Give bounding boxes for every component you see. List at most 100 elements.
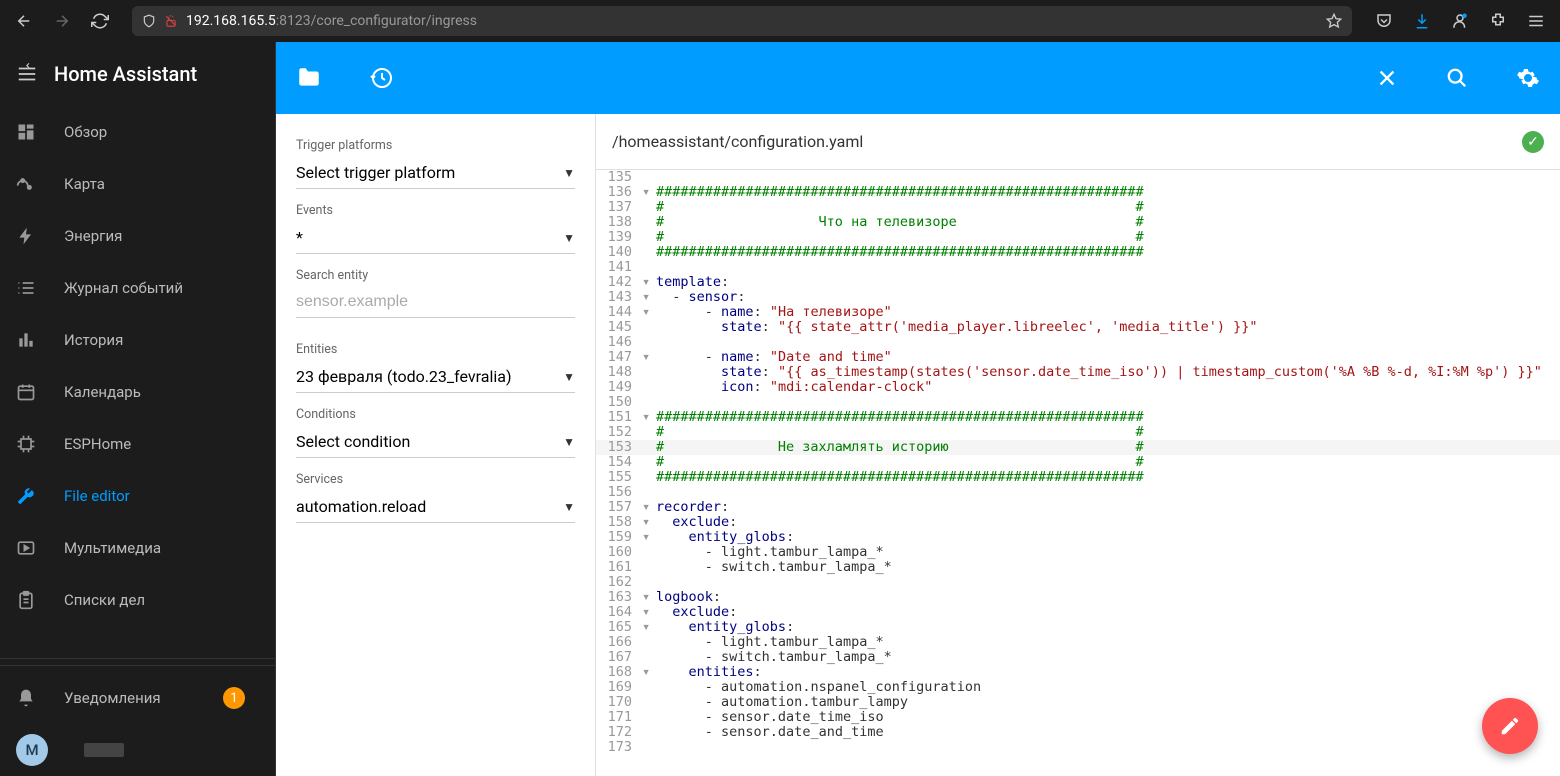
fold-marker	[642, 680, 656, 695]
code-line[interactable]: 135	[596, 170, 1560, 185]
code-line[interactable]: 144▾ - name: "На телевизоре"	[596, 305, 1560, 320]
code-line[interactable]: 162	[596, 575, 1560, 590]
code-line[interactable]: 141	[596, 260, 1560, 275]
fold-marker	[642, 695, 656, 710]
code-line[interactable]: 147▾ - name: "Date and time"	[596, 350, 1560, 365]
history-icon[interactable]	[370, 66, 394, 90]
reload-button[interactable]	[84, 5, 116, 37]
forward-button[interactable]	[46, 5, 78, 37]
code-line[interactable]: 171 - sensor.date_time_iso	[596, 710, 1560, 725]
code-line[interactable]: 173	[596, 740, 1560, 755]
code-line[interactable]: 169 - automation.nspanel_configuration	[596, 680, 1560, 695]
star-icon[interactable]	[1326, 13, 1342, 29]
search-icon[interactable]	[1446, 67, 1468, 89]
code-line[interactable]: 170 - automation.tambur_lampy	[596, 695, 1560, 710]
sidebar-item-dashboard[interactable]: Обзор	[0, 106, 275, 158]
fold-marker[interactable]: ▾	[642, 500, 656, 515]
code-line[interactable]: 136▾####################################…	[596, 185, 1560, 200]
code-line[interactable]: 165▾ entity_globs:	[596, 620, 1560, 635]
code-line[interactable]: 159▾ entity_globs:	[596, 530, 1560, 545]
fold-marker[interactable]: ▾	[642, 410, 656, 425]
code-line[interactable]: 168▾ entities:	[596, 665, 1560, 680]
code-line[interactable]: 145 state: "{{ state_attr('media_player.…	[596, 320, 1560, 335]
fold-marker[interactable]: ▾	[642, 605, 656, 620]
search-entity-input[interactable]	[296, 287, 575, 318]
fold-marker[interactable]: ▾	[642, 620, 656, 635]
sidebar-item-play[interactable]: Мультимедиа	[0, 522, 275, 574]
menu-icon[interactable]	[1520, 5, 1552, 37]
sidebar-item-bolt[interactable]: Энергия	[0, 210, 275, 262]
code-line[interactable]: 139 # #	[596, 230, 1560, 245]
fold-marker[interactable]: ▾	[642, 350, 656, 365]
sidebar-item-wrench[interactable]: File editor	[0, 470, 275, 522]
code-line[interactable]: 137 # #	[596, 200, 1560, 215]
code-line[interactable]: 161 - switch.tambur_lampa_*	[596, 560, 1560, 575]
clipboard-icon	[16, 590, 40, 610]
code-line[interactable]: 149 icon: "mdi:calendar-clock"	[596, 380, 1560, 395]
fold-marker	[642, 245, 656, 260]
code-line[interactable]: 153 # Не захламлять историю #	[596, 440, 1560, 455]
code-line[interactable]: 143▾ - sensor:	[596, 290, 1560, 305]
code-area[interactable]: 135 136▾################################…	[596, 170, 1560, 776]
download-icon[interactable]	[1406, 5, 1438, 37]
url-bar[interactable]: 192.168.165.5:8123/core_configurator/ing…	[132, 6, 1352, 36]
code-line[interactable]: 142▾template:	[596, 275, 1560, 290]
close-icon[interactable]	[1376, 67, 1398, 89]
sidebar-item-list[interactable]: Журнал событий	[0, 262, 275, 314]
code-line[interactable]: 138 # Что на телевизоре #	[596, 215, 1560, 230]
sidebar-item-label: Энергия	[64, 227, 122, 245]
line-number: 145	[596, 320, 642, 335]
fold-marker[interactable]: ▾	[642, 305, 656, 320]
sidebar-collapse-icon[interactable]	[16, 63, 38, 85]
sidebar-item-map[interactable]: Карта	[0, 158, 275, 210]
sidebar-item-clipboard[interactable]: Списки дел	[0, 574, 275, 626]
conditions-select[interactable]: Select condition▼	[296, 426, 575, 458]
code-line[interactable]: 172 - sensor.date_and_time	[596, 725, 1560, 740]
sidebar-item-chip[interactable]: ESPHome	[0, 418, 275, 470]
sidebar-item-calendar[interactable]: Календарь	[0, 366, 275, 418]
code-line[interactable]: 156	[596, 485, 1560, 500]
line-number: 140	[596, 245, 642, 260]
list-icon	[16, 278, 40, 298]
line-number: 148	[596, 365, 642, 380]
code-line[interactable]: 158▾ exclude:	[596, 515, 1560, 530]
fab-edit-button[interactable]	[1482, 698, 1538, 754]
settings-icon[interactable]	[1516, 66, 1540, 90]
fold-marker[interactable]: ▾	[642, 515, 656, 530]
code-line[interactable]: 150	[596, 395, 1560, 410]
back-button[interactable]	[8, 5, 40, 37]
code-line[interactable]: 167 - switch.tambur_lampa_*	[596, 650, 1560, 665]
sidebar-item-notifications[interactable]: Уведомления 1	[0, 672, 275, 724]
code-line[interactable]: 152 # #	[596, 425, 1560, 440]
sidebar-item-profile[interactable]: M	[0, 724, 275, 776]
extensions-icon[interactable]	[1482, 5, 1514, 37]
code-line[interactable]: 140 ####################################…	[596, 245, 1560, 260]
code-line[interactable]: 154 # #	[596, 455, 1560, 470]
fold-marker[interactable]: ▾	[642, 665, 656, 680]
sidebar-item-chart[interactable]: История	[0, 314, 275, 366]
code-line[interactable]: 166 - light.tambur_lampa_*	[596, 635, 1560, 650]
code-line[interactable]: 157▾recorder:	[596, 500, 1560, 515]
code-line[interactable]: 160 - light.tambur_lampa_*	[596, 545, 1560, 560]
fold-marker[interactable]: ▾	[642, 590, 656, 605]
fold-marker[interactable]: ▾	[642, 290, 656, 305]
code-line[interactable]: 155 ####################################…	[596, 470, 1560, 485]
fold-marker[interactable]: ▾	[642, 185, 656, 200]
fold-marker	[642, 200, 656, 215]
entities-select[interactable]: 23 февраля (todo.23_fevralia)▼	[296, 361, 575, 393]
code-line[interactable]: 163▾logbook:	[596, 590, 1560, 605]
fold-marker[interactable]: ▾	[642, 530, 656, 545]
folder-icon[interactable]	[296, 65, 322, 91]
services-select[interactable]: automation.reload▼	[296, 491, 575, 523]
entities-label: Entities	[296, 342, 575, 357]
play-icon	[16, 538, 40, 558]
code-line[interactable]: 148 state: "{{ as_timestamp(states('sens…	[596, 365, 1560, 380]
fold-marker[interactable]: ▾	[642, 275, 656, 290]
code-line[interactable]: 146	[596, 335, 1560, 350]
events-select[interactable]: *▼	[296, 222, 575, 254]
trigger-platforms-select[interactable]: Select trigger platform▼	[296, 157, 575, 189]
pocket-icon[interactable]	[1368, 5, 1400, 37]
account-icon[interactable]	[1444, 5, 1476, 37]
code-line[interactable]: 151▾####################################…	[596, 410, 1560, 425]
code-line[interactable]: 164▾ exclude:	[596, 605, 1560, 620]
